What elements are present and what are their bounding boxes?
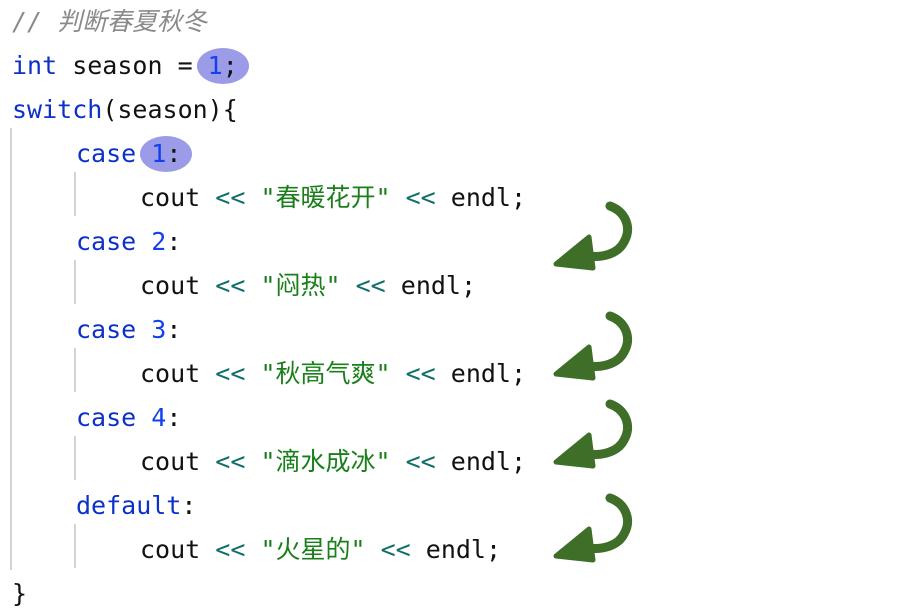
code-line[interactable]: case 1: bbox=[0, 132, 918, 176]
code-line[interactable]: case 2: bbox=[0, 220, 918, 264]
code-token-keyword: case bbox=[76, 315, 152, 344]
code-token-plain: season = bbox=[57, 51, 208, 80]
code-token-punct: : bbox=[166, 403, 182, 432]
code-token-op: << bbox=[355, 271, 386, 300]
code-token-plain: cout bbox=[140, 183, 216, 212]
code-token-punct: : bbox=[181, 491, 197, 520]
code-token-op: << bbox=[215, 359, 246, 388]
code-token-keyword: switch bbox=[12, 95, 103, 124]
code-token-punct: ; bbox=[222, 51, 238, 80]
code-line[interactable]: case 3: bbox=[0, 308, 918, 352]
code-line[interactable]: cout << "火星的" << endl; bbox=[0, 528, 918, 572]
code-token-string: "秋高气爽" bbox=[260, 359, 391, 388]
code-line[interactable]: cout << "秋高气爽" << endl; bbox=[0, 352, 918, 396]
code-token-number: 2 bbox=[151, 227, 167, 256]
code-token-punct: : bbox=[166, 139, 182, 168]
code-line[interactable]: } bbox=[0, 572, 918, 614]
code-line[interactable]: switch(season){ bbox=[0, 88, 918, 132]
code-token-string: "火星的" bbox=[260, 535, 366, 564]
code-token-op: << bbox=[405, 183, 436, 212]
code-token-keyword: case bbox=[76, 227, 152, 256]
code-token-comment: // 判断春夏秋冬 bbox=[12, 7, 208, 36]
highlighted-token: 1; bbox=[196, 44, 249, 88]
code-line[interactable]: cout << "春暖花开" << endl; bbox=[0, 176, 918, 220]
code-token-string: "滴水成冰" bbox=[260, 447, 391, 476]
highlighted-token: 1: bbox=[140, 132, 193, 176]
code-line[interactable]: // 判断春夏秋冬 bbox=[0, 0, 918, 44]
code-token-number: 3 bbox=[151, 315, 167, 344]
code-token-string: "春暖花开" bbox=[260, 183, 391, 212]
code-line[interactable]: default: bbox=[0, 484, 918, 528]
code-token-plain: cout bbox=[140, 359, 216, 388]
code-token-plain: endl; bbox=[410, 535, 502, 564]
code-line[interactable]: cout << "闷热" << endl; bbox=[0, 264, 918, 308]
code-token-number: 4 bbox=[151, 403, 167, 432]
code-line[interactable]: case 4: bbox=[0, 396, 918, 440]
code-token-number: 1 bbox=[207, 51, 223, 80]
code-token-plain: endl; bbox=[435, 447, 527, 476]
code-token-keyword: case bbox=[76, 403, 152, 432]
code-token-op: << bbox=[215, 535, 246, 564]
code-line[interactable]: cout << "滴水成冰" << endl; bbox=[0, 440, 918, 484]
code-token-plain: endl; bbox=[385, 271, 477, 300]
code-editor-area[interactable]: // 判断春夏秋冬 int season = 1; switch(season){c… bbox=[0, 0, 918, 614]
code-token-op: << bbox=[405, 359, 436, 388]
code-token-op: << bbox=[215, 447, 246, 476]
code-line[interactable]: int season = 1; bbox=[0, 44, 918, 88]
code-token-plain: endl; bbox=[435, 183, 527, 212]
code-token-plain: cout bbox=[140, 535, 216, 564]
code-token-op: << bbox=[215, 271, 246, 300]
code-token-op: << bbox=[380, 535, 411, 564]
code-token-op: << bbox=[405, 447, 436, 476]
code-screenshot: // 判断春夏秋冬 int season = 1; switch(season){c… bbox=[0, 0, 918, 614]
code-token-punct: : bbox=[166, 315, 182, 344]
code-token-punct: : bbox=[166, 227, 182, 256]
code-token-plain: (season){ bbox=[102, 95, 238, 124]
code-token-plain: cout bbox=[140, 447, 216, 476]
code-token-plain: cout bbox=[140, 271, 216, 300]
code-token-keyword: default bbox=[76, 491, 182, 520]
code-token-plain: endl; bbox=[435, 359, 527, 388]
code-token-string: "闷热" bbox=[260, 271, 341, 300]
code-token-plain: } bbox=[12, 579, 28, 608]
code-token-number: 1 bbox=[151, 139, 167, 168]
code-token-op: << bbox=[215, 183, 246, 212]
code-token-keyword: int bbox=[12, 51, 58, 80]
